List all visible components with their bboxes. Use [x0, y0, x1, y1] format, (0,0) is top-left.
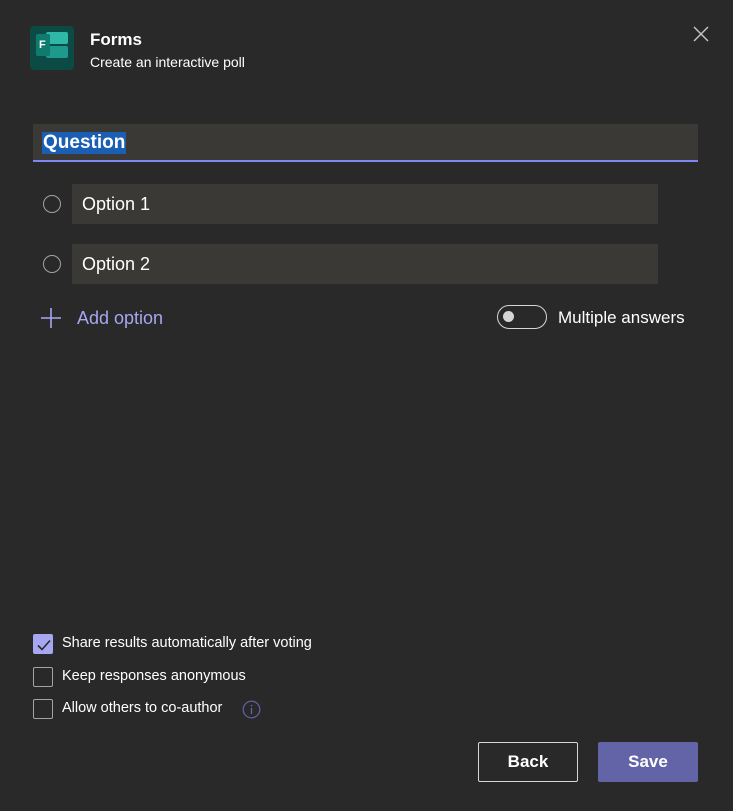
- option-2-radio[interactable]: [43, 255, 61, 273]
- multiple-answers-label: Multiple answers: [558, 308, 685, 327]
- option-2-text: Option 2: [82, 254, 151, 274]
- option-1-input[interactable]: Option 1: [72, 184, 658, 224]
- option-1-text: Option 1: [82, 194, 151, 214]
- question-text: Question: [42, 132, 127, 154]
- anonymous-responses-setting[interactable]: Keep responses anonymous: [33, 667, 273, 687]
- back-button[interactable]: Back: [478, 742, 578, 782]
- close-icon: [693, 26, 709, 42]
- multiple-answers-toggle[interactable]: [497, 305, 547, 329]
- plus-icon: [41, 308, 61, 328]
- share-results-label: Share results automatically after voting: [62, 635, 312, 651]
- share-results-setting[interactable]: Share results automatically after voting: [33, 634, 333, 654]
- toggle-knob: [503, 311, 514, 322]
- share-results-checkbox[interactable]: [33, 634, 53, 654]
- question-input[interactable]: Question: [33, 124, 698, 162]
- close-button[interactable]: [690, 23, 712, 45]
- add-option-label: Add option: [77, 308, 164, 328]
- option-2-input[interactable]: Option 2: [72, 244, 658, 284]
- anonymous-responses-checkbox[interactable]: [33, 667, 53, 687]
- co-author-checkbox[interactable]: [33, 699, 53, 719]
- checkmark-icon: [37, 639, 51, 651]
- co-author-label: Allow others to co-author: [62, 700, 223, 716]
- co-author-setting[interactable]: Allow others to co-author: [33, 699, 268, 719]
- save-button[interactable]: Save: [598, 742, 698, 782]
- forms-app-icon: F: [30, 26, 74, 70]
- option-1-radio[interactable]: [43, 195, 61, 213]
- forms-icon-letter: F: [39, 39, 46, 51]
- info-icon[interactable]: [242, 700, 261, 719]
- app-title: Forms: [90, 30, 142, 49]
- app-subtitle: Create an interactive poll: [90, 54, 245, 70]
- anonymous-responses-label: Keep responses anonymous: [62, 668, 246, 684]
